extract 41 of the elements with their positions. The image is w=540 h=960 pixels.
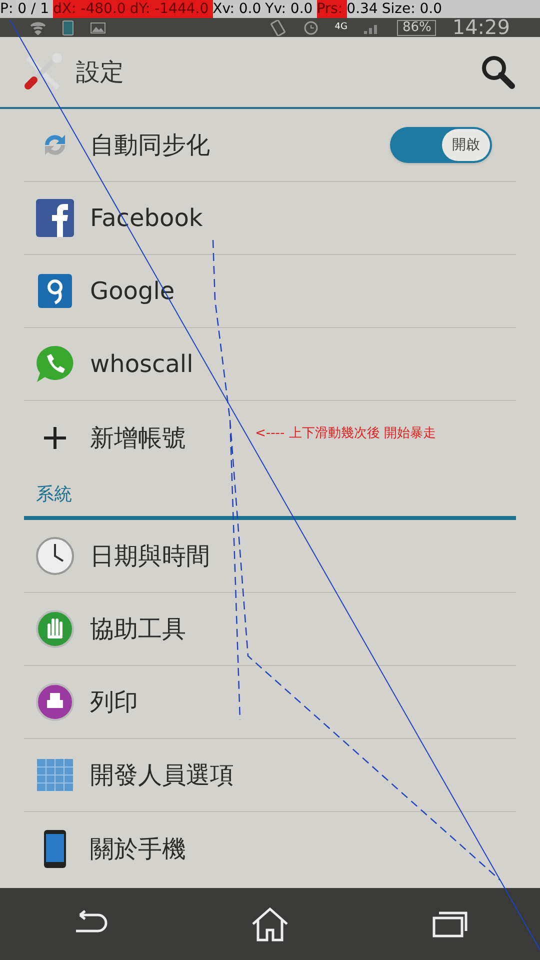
pointer-readout: dY: -1444.0 [130, 0, 213, 18]
smartphone-icon [42, 828, 68, 868]
item-label: whoscall [90, 349, 194, 380]
clock-icon [35, 536, 75, 576]
pointer-readout: 0.34 [346, 0, 379, 18]
home-icon[interactable] [250, 906, 290, 942]
item-label: 新增帳號 [90, 422, 186, 454]
item-label: 自動同步化 [90, 130, 210, 161]
toggle-switch[interactable]: 開啟 [390, 127, 492, 163]
item-label: 協助工具 [90, 614, 186, 645]
wifi-icon [30, 20, 46, 34]
annotation-note: <---- 上下滑動幾次後 開始暴走 [255, 425, 436, 443]
pointer-readout: dX: -480.0 [53, 0, 130, 18]
pointer-readout: Size: 0.0 [382, 0, 443, 18]
plus-icon [42, 424, 68, 450]
printer-icon [35, 682, 75, 722]
item-label: 開發人員選項 [90, 760, 234, 791]
toggle-label: 開啟 [442, 129, 490, 161]
image-icon [90, 22, 106, 34]
pointer-readout: P: 0 / 1 [0, 0, 50, 18]
alarm-icon [302, 20, 319, 36]
rotate-icon [268, 20, 287, 36]
phone-bubble-icon [35, 344, 75, 384]
tools-icon [24, 52, 64, 92]
facebook-icon [35, 198, 75, 238]
section-header: 系統 [24, 474, 516, 520]
network-type: 4G [334, 20, 348, 34]
clock-time: 14:29 [452, 18, 510, 37]
battery-indicator: 86% [397, 20, 436, 36]
hand-icon [35, 609, 75, 649]
item-label: 列印 [90, 687, 138, 718]
item-label: 日期與時間 [90, 541, 210, 572]
recent-apps-icon[interactable] [430, 909, 470, 939]
pointer-readout: Yv: 0.0 [265, 0, 314, 18]
item-label: 關於手機 [90, 834, 186, 864]
screen-title: 設定 [76, 57, 124, 88]
tablet-icon [62, 20, 74, 36]
pointer-readout: Prs: [316, 0, 347, 18]
google-icon [37, 273, 73, 309]
pointer-readout: Xv: 0.0 [212, 0, 262, 18]
search-icon[interactable] [480, 54, 516, 90]
